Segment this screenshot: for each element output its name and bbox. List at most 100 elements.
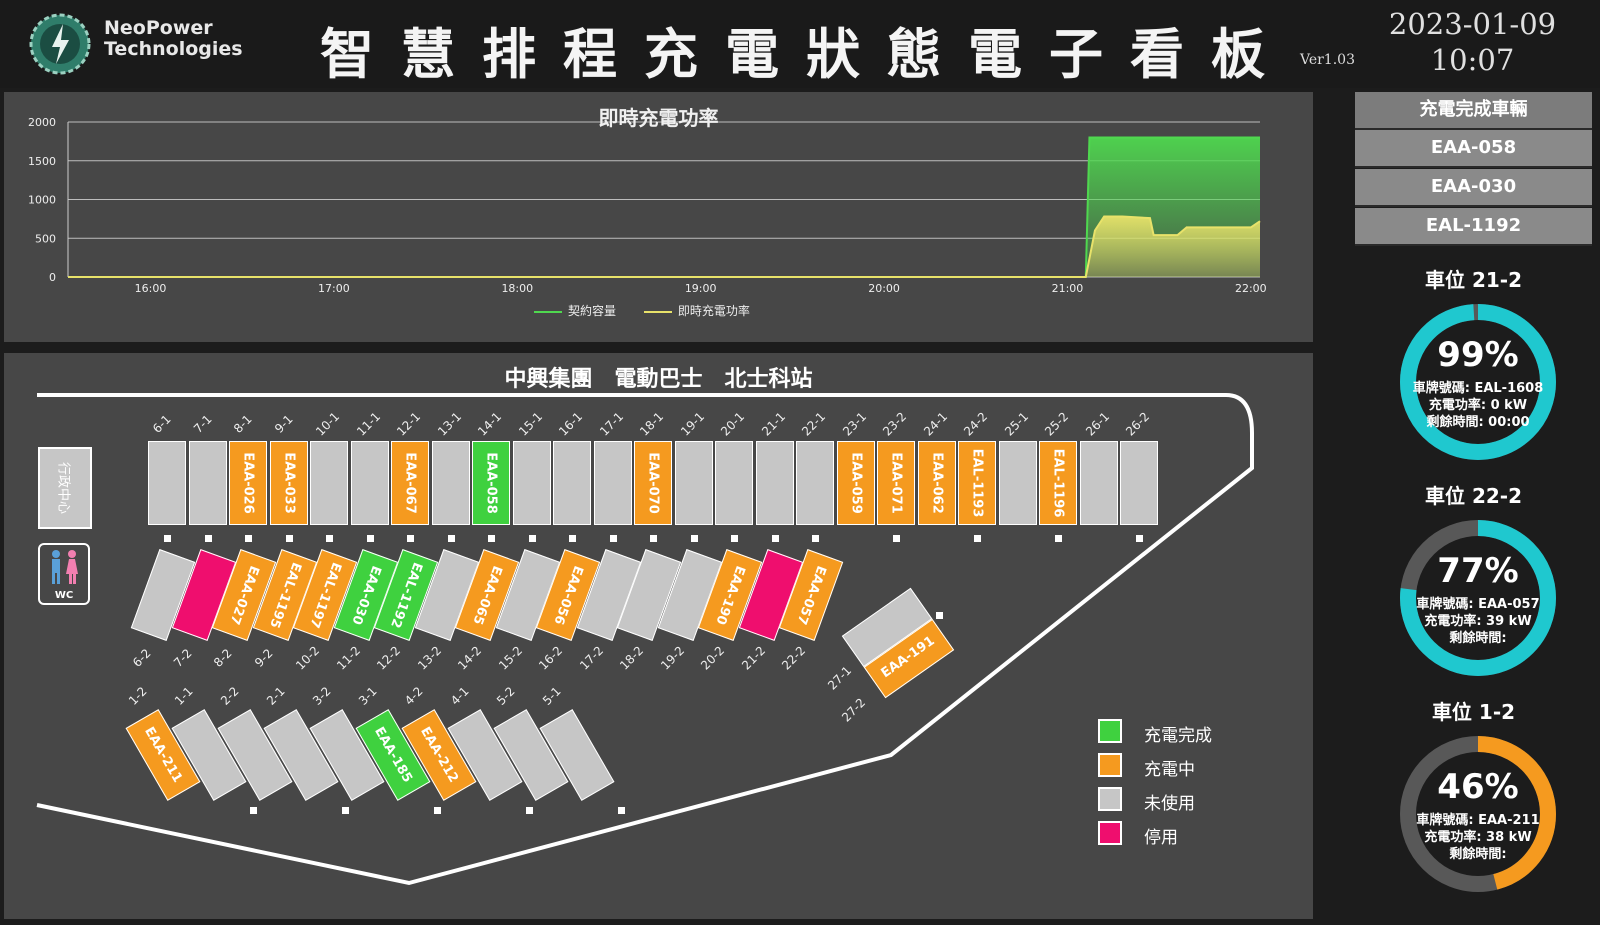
company-name: NeoPower Technologies	[104, 17, 243, 60]
charger-marker	[1136, 535, 1143, 542]
charger-marker	[974, 535, 981, 542]
slot-plate: EAA-058	[483, 452, 499, 514]
chart-title: 即時充電功率	[598, 106, 719, 130]
parking-slot-24-1[interactable]: EAA-062	[917, 441, 956, 525]
parking-slot-11-1[interactable]	[350, 441, 389, 525]
x-tick-label: 18:00	[501, 282, 533, 295]
charger-marker	[434, 807, 441, 814]
parking-slot-26-2[interactable]	[1120, 441, 1158, 525]
completed-vehicle[interactable]: EAA-030	[1355, 169, 1592, 207]
charger-marker	[569, 535, 576, 542]
gauge-remaining: 剩餘時間:	[1449, 847, 1507, 862]
parking-slot-19-1[interactable]	[674, 441, 713, 525]
gauge-percent: 46%	[1437, 767, 1519, 807]
charger-marker	[164, 535, 171, 542]
parking-slot-14-1[interactable]: EAA-058	[472, 441, 510, 525]
series-line-1	[68, 215, 1261, 278]
gauge-percent: 77%	[1437, 551, 1519, 591]
gauge-title-1-2: 車位 1-2	[1431, 700, 1516, 724]
parking-slot-25-1[interactable]	[998, 441, 1037, 525]
parking-slot-23-1[interactable]: EAA-059	[836, 441, 875, 525]
date-text: 2023-01-09	[1388, 7, 1557, 41]
charge-gauge-21-2[interactable]: 99% 車牌號碼: EAL-1608 充電功率: 0 kW 剩餘時間: 00:0…	[1393, 297, 1563, 467]
admin-building: 行政中心	[38, 447, 92, 529]
gauge-remaining: 剩餘時間: 00:00	[1426, 415, 1530, 430]
legend-done-swatch	[1098, 719, 1122, 743]
slot-plate: EAL-1193	[969, 448, 985, 518]
parking-slot-24-2[interactable]: EAL-1193	[958, 441, 996, 525]
charger-marker	[936, 612, 943, 619]
series-line-0	[68, 136, 1260, 278]
parking-slot-16-1[interactable]	[553, 441, 591, 525]
charger-marker	[893, 535, 900, 542]
series-area-1	[68, 216, 1260, 277]
charger-marker	[250, 807, 257, 814]
parking-slot-12-1[interactable]: EAA-067	[391, 441, 429, 525]
status-legend: 充電完成 充電中 未使用 停用	[1098, 719, 1248, 859]
x-tick-label: 20:00	[868, 282, 900, 295]
parking-slot-18-1[interactable]: EAA-070	[634, 441, 672, 525]
parking-slot-21-1[interactable]	[755, 441, 794, 525]
x-tick-label: 17:00	[318, 282, 350, 295]
legend-item-power: 即時充電功率	[643, 304, 750, 318]
charger-marker	[812, 535, 819, 542]
x-tick-label: 16:00	[135, 282, 167, 295]
y-tick-label: 1000	[28, 194, 56, 207]
parking-slot-8-1[interactable]: EAA-026	[229, 441, 267, 525]
parking-slot-20-1[interactable]	[715, 441, 753, 525]
parking-slot-10-1[interactable]	[310, 441, 348, 525]
legend-item-contract: 契約容量	[534, 304, 616, 318]
charger-marker	[618, 807, 625, 814]
parking-slot-22-1[interactable]	[796, 441, 834, 525]
charger-marker	[650, 535, 657, 542]
gauge-remaining: 剩餘時間:	[1449, 631, 1507, 646]
parking-slot-26-1[interactable]	[1079, 441, 1118, 525]
charge-gauge-1-2[interactable]: 46% 車牌號碼: EAA-211 充電功率: 38 kW 剩餘時間:	[1393, 729, 1563, 899]
slot-plate: EAA-062	[929, 452, 944, 514]
charger-marker	[342, 807, 349, 814]
slot-plate: EAA-033	[281, 452, 296, 514]
y-tick-label: 1500	[28, 155, 56, 168]
charger-marker	[731, 535, 738, 542]
charger-marker	[609, 535, 617, 542]
series-area-0	[68, 137, 1260, 277]
charge-gauge-22-2[interactable]: 77% 車牌號碼: EAA-057 充電功率: 39 kW 剩餘時間:	[1393, 513, 1563, 683]
y-tick-label: 500	[35, 232, 56, 245]
neopower-logo-icon	[29, 13, 91, 75]
charger-marker	[1055, 535, 1062, 542]
parking-slot-7-1[interactable]	[188, 441, 227, 525]
charger-marker	[447, 535, 455, 542]
datetime-display: 2023-01-09 10:07	[1370, 6, 1575, 78]
parking-slot-25-2[interactable]: EAL-1196	[1039, 441, 1077, 525]
slot-plate: EAL-1196	[1050, 448, 1066, 518]
gauge-title-21-2: 車位 21-2	[1424, 268, 1522, 292]
gauge-percent: 99%	[1437, 335, 1519, 375]
slot-plate: EAA-070	[645, 452, 661, 514]
completed-vehicle[interactable]: EAA-058	[1355, 130, 1592, 168]
legend-stopped-swatch	[1098, 821, 1122, 845]
parking-slot-9-1[interactable]: EAA-033	[269, 441, 308, 525]
completed-vehicle[interactable]: EAL-1192	[1355, 208, 1592, 246]
y-tick-label: 0	[49, 271, 56, 284]
charger-marker	[245, 535, 252, 542]
legend-charging-swatch	[1098, 753, 1122, 777]
slot-plate: EAA-059	[848, 452, 863, 514]
charger-marker	[285, 535, 293, 542]
parking-map-panel: 中興集團 電動巴士 北士科站 行政中心 WC 6-1 7-1 EAA-026 8-1 E…	[4, 353, 1313, 919]
charger-marker	[326, 535, 333, 542]
completed-list-title: 充電完成車輛	[1355, 92, 1592, 130]
charger-marker	[204, 535, 212, 542]
page-title: 智慧排程充電狀態電子看板	[320, 23, 1292, 86]
parking-slot-13-1[interactable]	[431, 441, 470, 525]
parking-slot-6-1[interactable]	[148, 441, 186, 525]
power-chart-panel: 0 500 1000 1500 2000 16:00 17:00 18:00 19:00 20:0…	[4, 92, 1313, 342]
version-label: Ver1.03	[1300, 52, 1355, 68]
parking-slot-17-1[interactable]	[593, 441, 632, 525]
charger-marker	[526, 807, 533, 814]
time-text: 10:07	[1430, 43, 1515, 77]
admin-label: 行政中心	[55, 461, 71, 515]
parking-slot-15-1[interactable]	[512, 441, 551, 525]
charger-marker	[366, 535, 374, 542]
slot-plate: EAA-026	[240, 452, 256, 514]
parking-slot-23-2[interactable]: EAA-071	[877, 441, 915, 525]
